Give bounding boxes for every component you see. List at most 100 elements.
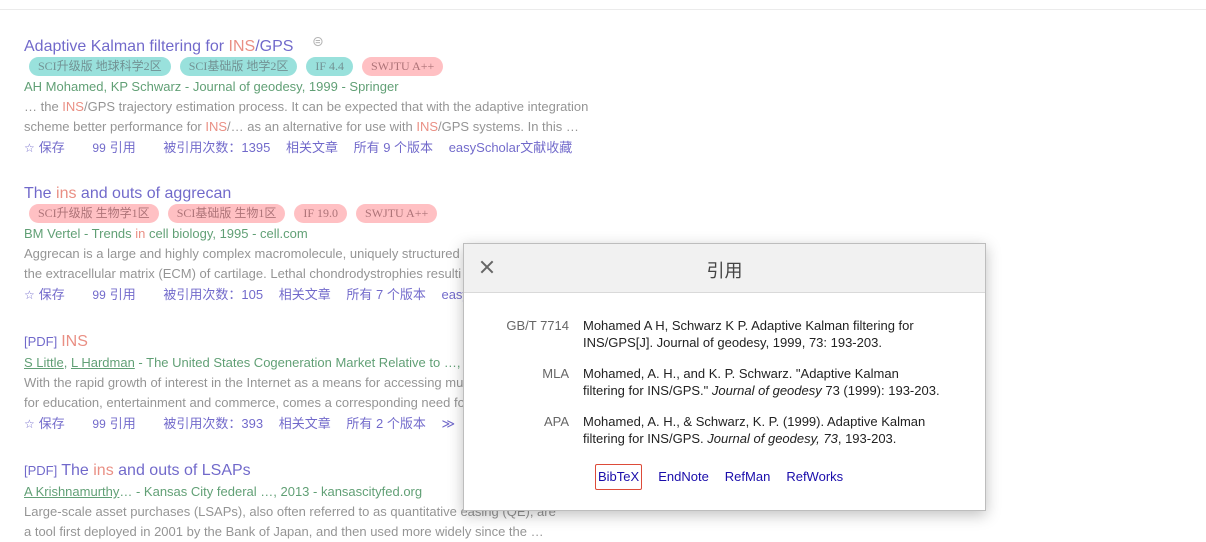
citation-text[interactable]: Mohamed, A. H., & Schwarz, K. P. (1999).… (583, 413, 958, 447)
save-button[interactable]: ☆ 保存 (24, 416, 77, 431)
result-title-link[interactable]: [PDF] The ins and outs of LSAPs (24, 461, 251, 481)
result-actions: ☆保存 99引用 被引用次数：393 相关文章 所有 2 个版本 ≫ easy (24, 416, 510, 432)
journal-badges: SCI升级版 地球科学2区 SCI基础版 地学2区 IF 4.4 SWJTU A++ (29, 57, 452, 77)
quote-icon: 99 (92, 141, 106, 155)
authors-separator: , (63, 355, 71, 370)
title-highlight: ins (93, 462, 114, 479)
citation-line: filtering for INS/GPS. Journal of geodes… (583, 430, 958, 447)
authors-text: BM Vertel - Trends (24, 226, 136, 241)
save-button[interactable]: ☆ 保存 (24, 140, 77, 155)
journal-badges: SCI升级版 生物学1区 SCI基础版 生物1区 IF 19.0 SWJTU A++ (29, 204, 446, 224)
result-title-link[interactable]: Adaptive Kalman filtering for INS/GPS (24, 37, 293, 57)
star-icon: ☆ (24, 141, 35, 155)
save-label: 保存 (38, 287, 65, 302)
cited-by-link[interactable]: 被引用次数：105 (163, 287, 263, 302)
authors-highlight: in (135, 226, 146, 241)
cited-by-link[interactable]: 被引用次数：393 (163, 416, 263, 431)
snippet-text: /… as an alternative for use with (227, 119, 417, 134)
title-text: The (61, 462, 94, 479)
cite-label: 引用 (109, 140, 136, 155)
authors-text: cell biology, 1995 - cell.com (145, 226, 308, 241)
save-button[interactable]: ☆ 保存 (24, 287, 77, 302)
snippet-highlight: INS (62, 99, 84, 114)
result-title-link[interactable]: The ins and outs of aggrecan (24, 184, 231, 204)
dialog-title: 引用 (706, 261, 743, 281)
pdf-tag: [PDF] (24, 463, 58, 478)
all-versions-link[interactable]: 所有 2 个版本 (346, 416, 425, 431)
citation-segment: 73 (1999): 193-203. (821, 383, 940, 398)
badge: IF 4.4 (306, 57, 354, 76)
author-link[interactable]: L Hardman (71, 355, 135, 370)
badge: SCI升级版 地球科学2区 (29, 57, 171, 76)
badge: SCI升级版 生物学1区 (29, 204, 159, 223)
badge: SCI基础版 生物1区 (167, 204, 286, 223)
snippet-text: scheme better performance for (24, 119, 206, 134)
save-label: 保存 (38, 416, 65, 431)
citation-line: Mohamed, A. H., and K. P. Schwarz. "Adap… (583, 366, 899, 381)
quote-icon: 99 (92, 288, 106, 302)
star-icon: ☆ (24, 417, 35, 431)
citation-journal: Journal of geodesy (711, 383, 822, 398)
author-link[interactable]: A Krishnamurthy (24, 484, 119, 499)
snippet-highlight: INS (416, 119, 439, 134)
citation-text[interactable]: Mohamed, A. H., and K. P. Schwarz. "Adap… (583, 365, 958, 399)
pdf-tag: [PDF] (24, 334, 58, 349)
citation-line: Mohamed, A. H., & Schwarz, K. P. (1999).… (583, 414, 926, 429)
title-text: and outs of aggrecan (76, 185, 232, 202)
title-highlight: ins (56, 185, 77, 202)
export-endnote-link[interactable]: EndNote (658, 465, 709, 489)
snippet-text: /GPS systems. In this … (438, 119, 579, 134)
authors-text: … - Kansas City federal …, 2013 - kansas… (119, 484, 423, 499)
author-link[interactable]: S Little (24, 355, 64, 370)
easyscholar-collect-link[interactable]: easyScholar文献收藏 (449, 140, 573, 155)
all-versions-link[interactable]: 所有 7 个版本 (346, 287, 425, 302)
quote-icon: 99 (92, 417, 106, 431)
top-divider (0, 9, 1206, 10)
citation-segment: , 193-203. (837, 431, 897, 446)
citation-style-label: APA (543, 414, 569, 429)
cite-button[interactable]: 99 引用 (92, 140, 147, 155)
citation-segment: filtering for INS/GPS." (583, 383, 712, 398)
title-text: The (24, 185, 57, 202)
badge: SCI基础版 地学2区 (179, 57, 298, 76)
cite-dialog: 引用 GB/T 7714 Mohamed A H, Schwarz K P. A… (463, 243, 986, 511)
badge: SWJTU A++ (356, 204, 438, 223)
result-authors: A Krishnamurthy… - Kansas City federal …… (24, 484, 422, 500)
related-articles-link[interactable]: 相关文章 (286, 140, 338, 155)
result-actions: ☆保存 99引用 被引用次数：105 相关文章 所有 7 个版本 easySch (24, 287, 503, 303)
related-articles-link[interactable]: 相关文章 (279, 416, 331, 431)
title-text: Adaptive Kalman filtering for (24, 38, 229, 55)
cite-button[interactable]: 99 引用 (92, 416, 147, 431)
badge: IF 19.0 (294, 204, 348, 223)
cite-label: 引用 (109, 416, 136, 431)
cite-label: 引用 (109, 287, 136, 302)
save-label: 保存 (38, 140, 65, 155)
badge: SWJTU A++ (362, 57, 444, 76)
star-icon: ☆ (24, 288, 35, 302)
title-highlight: INS (228, 38, 256, 55)
citation-line: Mohamed A H, Schwarz K P. Adaptive Kalma… (583, 318, 914, 333)
all-versions-link[interactable]: 所有 9 个版本 (354, 140, 433, 155)
title-text: /GPS (255, 38, 294, 55)
title-text: and outs of LSAPs (113, 462, 251, 479)
citation-line: INS/GPS[J]. Journal of geodesy, 1999, 73… (583, 335, 882, 350)
citation-text[interactable]: Mohamed A H, Schwarz K P. Adaptive Kalma… (583, 317, 958, 351)
export-refworks-link[interactable]: RefWorks (786, 465, 843, 489)
pdf-link-icon[interactable]: ⊜ (312, 33, 324, 50)
citation-journal: Journal of geodesy, 73 (707, 431, 838, 446)
result-title-link[interactable]: [PDF] INS (24, 332, 88, 352)
citation-segment: filtering for INS/GPS. (583, 431, 708, 446)
snippet-highlight: INS (205, 119, 228, 134)
related-articles-link[interactable]: 相关文章 (279, 287, 331, 302)
snippet-text: /GPS trajectory estimation process. It c… (83, 99, 589, 114)
export-links: BibTeX EndNote RefMan RefWorks (595, 464, 859, 490)
result-authors: BM Vertel - Trends in cell biology, 1995… (24, 226, 308, 242)
more-options-icon[interactable]: ≫ (441, 416, 455, 431)
snippet-text: … the (24, 99, 63, 114)
cite-button[interactable]: 99 引用 (92, 287, 147, 302)
cited-by-link[interactable]: 被引用次数：1395 (163, 140, 270, 155)
dialog-header: 引用 (464, 244, 985, 293)
export-bibtex-link[interactable]: BibTeX (595, 464, 643, 490)
citation-style-label: MLA (542, 366, 569, 381)
export-refman-link[interactable]: RefMan (725, 465, 771, 489)
